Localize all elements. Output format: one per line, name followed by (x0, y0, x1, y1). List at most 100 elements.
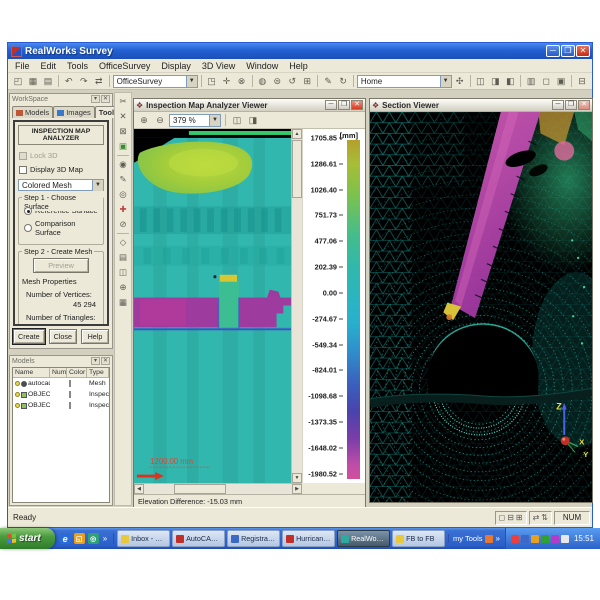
close-button[interactable]: ✕ (576, 45, 590, 57)
examine-icon[interactable]: ◉ (116, 158, 130, 171)
section-viewer-titlebar[interactable]: ❖ Section Viewer ─ ❐ ✕ (370, 99, 592, 112)
menu-3dview[interactable]: 3D View (202, 61, 235, 71)
menu-display[interactable]: Display (161, 61, 191, 71)
visibility-icon[interactable] (15, 392, 20, 397)
quick-launch-overflow-icon[interactable]: » (102, 534, 108, 543)
segment-icon[interactable]: ⊠ (116, 125, 130, 138)
sample-icon[interactable]: ▣ (116, 140, 130, 153)
zoom-level-combobox[interactable]: 379 % ▼ (169, 114, 221, 127)
app-titlebar[interactable]: RealWorks Survey ─ ❐ ✕ (8, 43, 592, 59)
draw-icon[interactable]: ✎ (116, 173, 130, 186)
window-layout-icon-7[interactable]: ⊟ (575, 74, 589, 88)
layout-single-icon[interactable]: ◻ (499, 513, 506, 522)
scroll-up-icon[interactable]: ▲ (292, 129, 302, 139)
window-layout-icon-1[interactable]: ◫ (473, 74, 487, 88)
tray-icon-3[interactable] (531, 535, 539, 543)
refresh-icon[interactable]: ↻ (336, 74, 350, 88)
create-button[interactable]: Create (13, 329, 45, 344)
task-inbox[interactable]: Inbox - Microsof... (117, 530, 170, 547)
tray-icon-1[interactable] (511, 535, 519, 543)
start-button[interactable]: start (0, 528, 55, 549)
layout-split-grid-icon[interactable]: ⊞ (516, 513, 523, 522)
table-row[interactable]: autocad... Mesh (13, 378, 109, 389)
undo-icon[interactable]: ↶ (62, 74, 76, 88)
delete-icon[interactable]: ✕ (116, 110, 130, 123)
my-tools-toolbar[interactable]: my Tools » (448, 534, 505, 543)
panel-collapse-icon[interactable]: ▾ (91, 357, 100, 365)
chevron-down-icon[interactable]: ▼ (92, 180, 103, 191)
scroll-left-icon[interactable]: ◀ (134, 484, 144, 494)
scrollbar-thumb[interactable] (174, 484, 226, 494)
close-analyzer-button[interactable]: Close (49, 329, 77, 344)
scroll-right-icon[interactable]: ▶ (292, 484, 302, 494)
tool-icon-5[interactable]: ⊜ (270, 74, 284, 88)
task-fb-folder[interactable]: FB to FB (392, 530, 445, 547)
window-layout-icon-3[interactable]: ◧ (503, 74, 517, 88)
fit-view-icon[interactable]: ◫ (230, 113, 244, 127)
cut-icon[interactable]: ✂ (116, 95, 130, 108)
visibility-icon[interactable] (15, 403, 20, 408)
help-button[interactable]: Help (81, 329, 109, 344)
table-row[interactable]: OBJECT... Inspectio... (13, 389, 109, 400)
grid-icon[interactable]: ▤ (116, 251, 130, 264)
close-button[interactable]: ✕ (351, 100, 363, 110)
shape-icon[interactable]: ◇ (116, 236, 130, 249)
panel-icon[interactable]: ◫ (116, 266, 130, 279)
table-row[interactable]: OBJECT... Inspectio... (13, 400, 109, 411)
column-type[interactable]: Type (87, 368, 109, 377)
window-layout-icon-6[interactable]: ▣ (554, 74, 568, 88)
horizontal-scrollbar[interactable]: ◀ ▶ (134, 483, 302, 494)
quick-launch-icon-3[interactable]: ◎ (88, 533, 99, 544)
inspection-map-canvas[interactable]: 1200.00 mm (134, 129, 291, 483)
preview-button[interactable]: Preview (33, 258, 89, 273)
task-hurricane[interactable]: Hurricane - Micro... (282, 530, 335, 547)
chevron-down-icon[interactable]: ▼ (440, 76, 451, 87)
tool-icon-4[interactable]: ◍ (255, 74, 269, 88)
lock-3d-checkbox[interactable] (19, 152, 27, 160)
task-realworks[interactable]: RealWorks Survey (337, 530, 390, 547)
chevron-down-icon[interactable]: ▼ (209, 115, 220, 126)
tray-icon-4[interactable] (541, 535, 549, 543)
zoom-tool-icon[interactable]: ⊕ (116, 281, 130, 294)
maximize-button[interactable]: ❐ (565, 100, 577, 110)
task-registration[interactable]: Registration Rep... (227, 530, 280, 547)
vertical-scrollbar[interactable]: ▲ ▼ (291, 129, 302, 483)
mesh-icon[interactable]: ▦ (116, 296, 130, 309)
column-num[interactable]: Num... (50, 368, 67, 377)
tool-icon-2[interactable]: ✛ (220, 74, 234, 88)
sync-vertical-icon[interactable]: ⇅ (541, 513, 548, 522)
layout-split-h-icon[interactable]: ⊟ (507, 513, 514, 522)
open-icon[interactable]: ◰ (11, 74, 25, 88)
panel-collapse-icon[interactable]: ▾ (91, 95, 100, 103)
minimize-button[interactable]: ─ (546, 45, 560, 57)
save-icon[interactable]: ▦ (26, 74, 40, 88)
my-tools-overflow-icon[interactable]: » (495, 534, 501, 543)
scrollbar-thumb[interactable] (292, 140, 302, 198)
exchange-icon[interactable]: ⇄ (92, 74, 106, 88)
window-layout-icon-2[interactable]: ◨ (488, 74, 502, 88)
mesh-type-combobox[interactable]: Colored Mesh ▼ (18, 179, 104, 191)
tray-icon-5[interactable] (551, 535, 559, 543)
minimize-button[interactable]: ─ (325, 100, 337, 110)
remove-icon[interactable]: ⊘ (116, 218, 130, 231)
sync-horizontal-icon[interactable]: ⇄ (533, 513, 540, 522)
tool-icon-3[interactable]: ⊗ (235, 74, 249, 88)
map-viewer-titlebar[interactable]: ❖ Inspection Map Analyzer Viewer ─ ❐ ✕ (134, 99, 365, 112)
maximize-button[interactable]: ❐ (561, 45, 575, 57)
menu-file[interactable]: File (15, 61, 30, 71)
workspace-panel-titlebar[interactable]: WorkSpace ▾ ✕ (10, 94, 112, 104)
tray-icon-2[interactable] (521, 535, 529, 543)
scroll-down-icon[interactable]: ▼ (292, 473, 302, 483)
view-combobox[interactable]: Home ▼ (357, 75, 452, 88)
add-icon[interactable]: ✚ (116, 203, 130, 216)
task-autocad[interactable]: AutoCAD 2002 (172, 530, 225, 547)
panel-close-icon[interactable]: ✕ (101, 357, 110, 365)
tool-icon-1[interactable]: ◳ (205, 74, 219, 88)
window-layout-icon-4[interactable]: ▥ (524, 74, 538, 88)
zoom-in-icon[interactable]: ⊕ (137, 113, 151, 127)
chevron-down-icon[interactable]: ▼ (186, 76, 197, 87)
menu-window[interactable]: Window (246, 61, 278, 71)
menu-help[interactable]: Help (289, 61, 308, 71)
tool-icon-7[interactable]: ⊞ (300, 74, 314, 88)
column-name[interactable]: Name (13, 368, 50, 377)
